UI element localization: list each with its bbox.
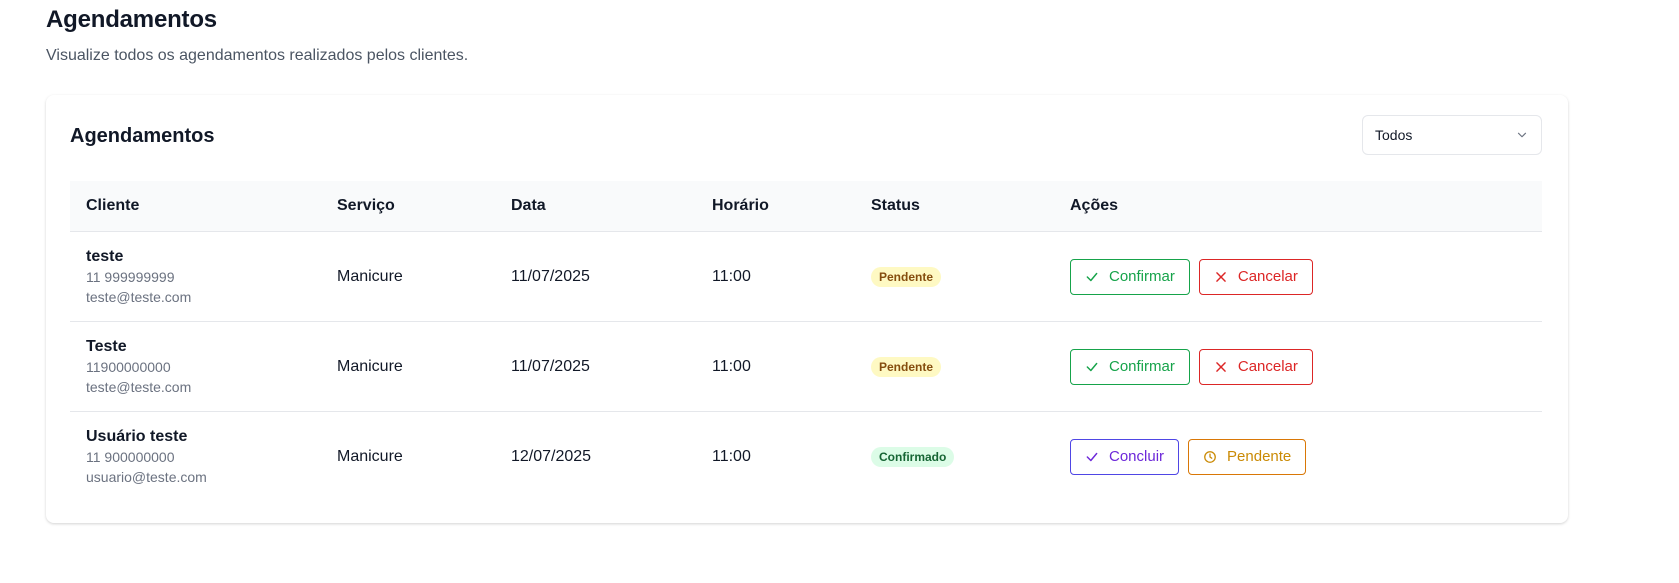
date-cell: 11/07/2025 xyxy=(511,267,590,285)
service-cell: Manicure xyxy=(337,267,403,285)
client-phone: 11 900000000 xyxy=(86,448,175,465)
table-header: Cliente Serviço Data Horário Status Açõe… xyxy=(70,181,1542,232)
page-title: Agendamentos xyxy=(46,6,217,33)
time-cell: 11:00 xyxy=(712,357,751,375)
actions-cell: Concluir Pendente xyxy=(1070,438,1542,475)
status-filter-value: Todos xyxy=(1375,127,1413,143)
client-email: teste@teste.com xyxy=(86,378,192,395)
complete-button[interactable]: Concluir xyxy=(1070,438,1180,475)
check-icon xyxy=(1086,272,1098,281)
client-name: Teste xyxy=(86,337,127,355)
client-email: teste@teste.com xyxy=(86,288,192,305)
check-icon xyxy=(1086,362,1098,371)
column-header-client: Cliente xyxy=(86,197,140,214)
client-phone: 11 999999999 xyxy=(86,268,175,285)
clock-icon xyxy=(1204,450,1216,463)
date-cell: 11/07/2025 xyxy=(511,357,590,375)
cancel-button[interactable]: Cancelar xyxy=(1198,348,1313,385)
client-email: usuario@teste.com xyxy=(86,468,207,485)
column-header-actions: Ações xyxy=(1070,197,1119,214)
appointments-card: Agendamentos Todos Cliente Serviço Data … xyxy=(46,95,1568,523)
column-header-time: Horário xyxy=(712,197,769,214)
close-icon xyxy=(1216,361,1226,372)
chevron-down-icon xyxy=(1517,132,1527,138)
complete-label: Concluir xyxy=(1109,448,1165,465)
page-subtitle: Visualize todos os agendamentos realizad… xyxy=(46,47,469,64)
cancel-label: Cancelar xyxy=(1237,268,1298,285)
mark-pending-button[interactable]: Pendente xyxy=(1188,438,1307,475)
status-filter-select[interactable]: Todos xyxy=(1362,115,1542,155)
status-badge: Pendente xyxy=(871,266,942,287)
confirm-button[interactable]: Confirmar xyxy=(1070,258,1190,295)
appointments-table: Cliente Serviço Data Horário Status Açõe… xyxy=(70,181,1542,501)
service-cell: Manicure xyxy=(337,357,403,375)
status-badge: Confirmado xyxy=(871,446,955,467)
client-cell: Usuário teste 11 900000000 usuario@teste… xyxy=(70,427,337,487)
date-cell: 12/07/2025 xyxy=(511,447,592,465)
actions-cell: Confirmar Cancelar xyxy=(1070,258,1542,295)
client-cell: teste 11 999999999 teste@teste.com xyxy=(70,247,337,307)
confirm-label: Confirmar xyxy=(1109,358,1175,375)
time-cell: 11:00 xyxy=(712,267,751,285)
cancel-button[interactable]: Cancelar xyxy=(1198,258,1313,295)
confirm-label: Confirmar xyxy=(1109,268,1175,285)
client-name: Usuário teste xyxy=(86,427,188,445)
time-cell: 11:00 xyxy=(712,447,751,465)
status-badge: Pendente xyxy=(871,356,942,377)
confirm-button[interactable]: Confirmar xyxy=(1070,348,1190,385)
mark-pending-label: Pendente xyxy=(1227,448,1292,465)
actions-cell: Confirmar Cancelar xyxy=(1070,348,1542,385)
table-row: teste 11 999999999 teste@teste.com Manic… xyxy=(70,232,1542,322)
client-phone: 11900000000 xyxy=(86,358,171,375)
cancel-label: Cancelar xyxy=(1237,358,1298,375)
card-title: Agendamentos xyxy=(70,125,215,147)
client-cell: Teste 11900000000 teste@teste.com xyxy=(70,337,337,397)
client-name: teste xyxy=(86,247,124,265)
table-row: Teste 11900000000 teste@teste.com Manicu… xyxy=(70,322,1542,412)
column-header-status: Status xyxy=(871,197,920,214)
check-icon xyxy=(1086,452,1098,461)
column-header-service: Serviço xyxy=(337,197,395,214)
column-header-date: Data xyxy=(511,197,546,214)
table-row: Usuário teste 11 900000000 usuario@teste… xyxy=(70,412,1542,501)
close-icon xyxy=(1216,271,1226,282)
service-cell: Manicure xyxy=(337,447,403,465)
